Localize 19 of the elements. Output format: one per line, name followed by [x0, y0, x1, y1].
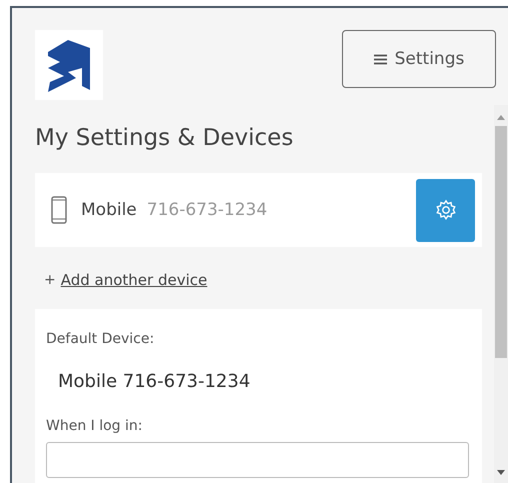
device-number: 716-673-1234	[146, 200, 268, 220]
phone-icon	[51, 196, 67, 224]
menu-icon	[374, 54, 387, 64]
page-title: My Settings & Devices	[35, 125, 294, 151]
scrollbar-thumb[interactable]	[495, 126, 507, 358]
scroll-down-icon	[497, 470, 505, 475]
add-device-link[interactable]: Add another device	[60, 271, 208, 289]
default-device-label: Default Device:	[46, 331, 156, 347]
plus-sign: +	[44, 272, 56, 288]
logo-icon	[46, 38, 92, 92]
device-settings-button[interactable]	[416, 178, 475, 242]
device-type: Mobile	[81, 200, 137, 220]
settings-icon	[434, 199, 456, 221]
default-device-value: Mobile 716-673-1234	[58, 371, 252, 392]
login-select-field[interactable]	[46, 442, 469, 478]
scroll-up-icon	[497, 115, 505, 120]
scrollbar[interactable]	[494, 105, 508, 483]
login-label: When I log in:	[46, 418, 144, 434]
settings-menu-button[interactable]: Settings	[342, 30, 496, 88]
